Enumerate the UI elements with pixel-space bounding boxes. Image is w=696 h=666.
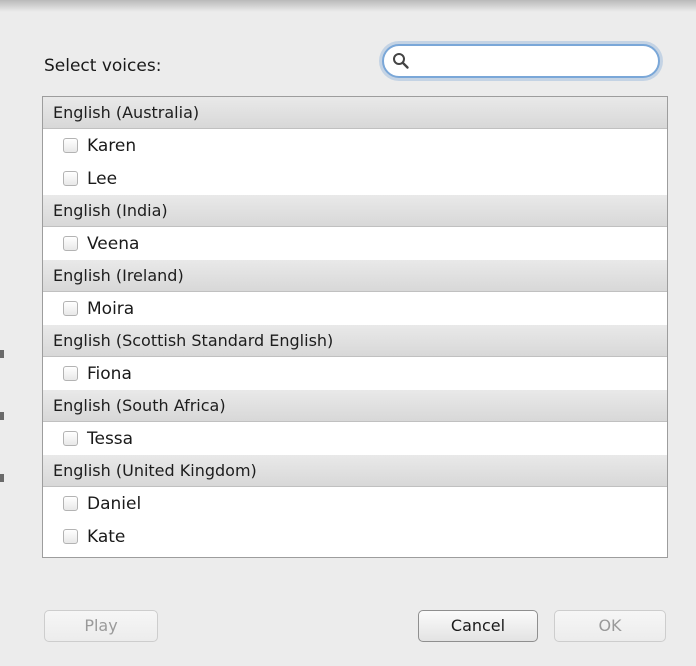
voice-item-moira[interactable]: Moira (43, 292, 667, 325)
voice-item-daniel[interactable]: Daniel (43, 487, 667, 520)
voice-checkbox-kate[interactable] (63, 529, 78, 544)
voice-checkbox-tessa[interactable] (63, 431, 78, 446)
select-voices-label: Select voices: (44, 56, 162, 76)
voices-list[interactable]: English (Australia) Karen Lee English (I… (42, 96, 668, 558)
voice-name: Veena (87, 233, 140, 254)
voice-name: Kate (87, 526, 126, 547)
voice-item-karen[interactable]: Karen (43, 129, 667, 162)
cancel-button[interactable]: Cancel (418, 610, 538, 642)
voice-checkbox-karen[interactable] (63, 138, 78, 153)
group-header-united-kingdom: English (United Kingdom) (43, 455, 667, 487)
voice-item-kate[interactable]: Kate (43, 520, 667, 553)
search-input[interactable] (414, 50, 654, 74)
voice-name: Daniel (87, 493, 142, 514)
voice-item-lee[interactable]: Lee (43, 162, 667, 195)
voice-checkbox-daniel[interactable] (63, 496, 78, 511)
voice-name: Moira (87, 298, 135, 319)
voice-name: Karen (87, 135, 137, 156)
voice-name: Tessa (87, 428, 134, 449)
group-header-india: English (India) (43, 195, 667, 227)
sheet-top-shadow (0, 0, 696, 12)
magnifier-icon (393, 53, 409, 69)
voice-name: Fiona (87, 363, 132, 384)
group-header-ireland: English (Ireland) (43, 260, 667, 292)
voice-item-veena[interactable]: Veena (43, 227, 667, 260)
ok-button[interactable]: OK (554, 610, 666, 642)
search-field[interactable] (382, 44, 660, 78)
voice-item-tessa[interactable]: Tessa (43, 422, 667, 455)
voice-checkbox-moira[interactable] (63, 301, 78, 316)
group-header-australia: English (Australia) (43, 97, 667, 129)
voice-item-fiona[interactable]: Fiona (43, 357, 667, 390)
voice-selection-sheet: Select voices: English (Australia) Karen… (0, 0, 696, 666)
group-header-scottish: English (Scottish Standard English) (43, 325, 667, 357)
voice-checkbox-lee[interactable] (63, 171, 78, 186)
voice-checkbox-veena[interactable] (63, 236, 78, 251)
group-header-south-africa: English (South Africa) (43, 390, 667, 422)
play-button[interactable]: Play (44, 610, 158, 642)
voice-name: Lee (87, 168, 118, 189)
voice-checkbox-fiona[interactable] (63, 366, 78, 381)
